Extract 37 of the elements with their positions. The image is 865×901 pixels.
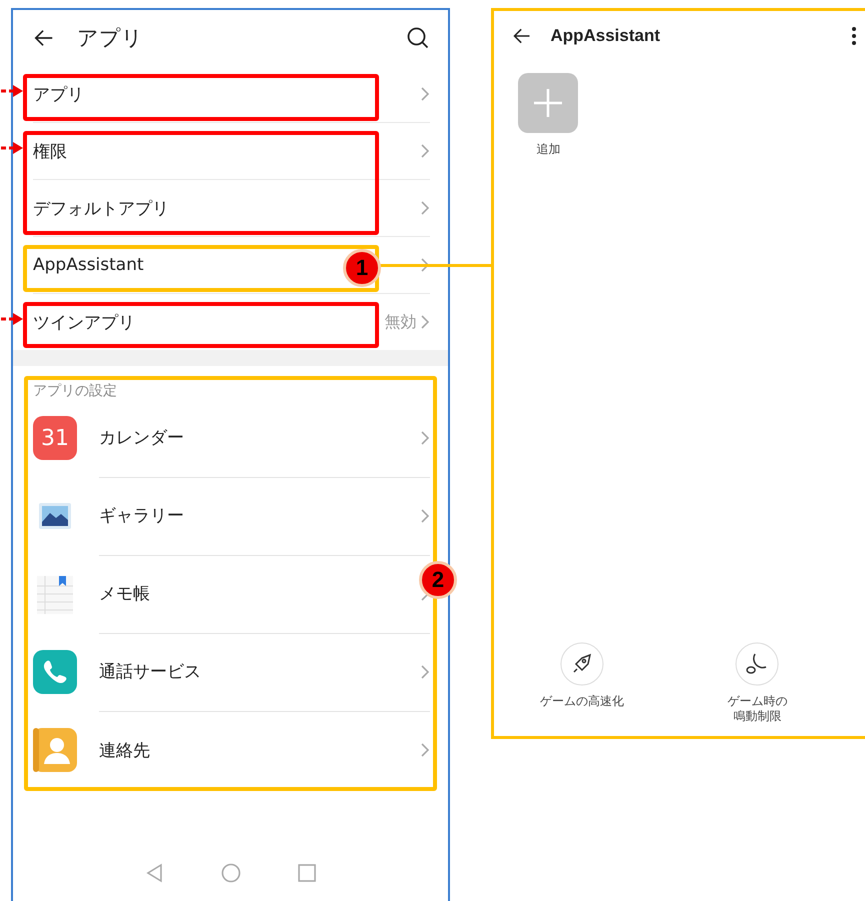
screen-title: アプリ [77, 25, 144, 52]
back-arrow-icon[interactable] [512, 26, 532, 46]
chevron-icon [420, 200, 430, 216]
app-label[interactable]: 連絡先 [99, 738, 150, 762]
menu-item-label[interactable]: アプリ [33, 82, 84, 106]
calendar-icon: 31 [33, 416, 77, 460]
rocket-icon[interactable] [560, 642, 604, 686]
chevron-icon [420, 143, 430, 159]
action-label: ゲームの高速化 [540, 694, 624, 709]
menu-item-label[interactable]: デフォルトアプリ [33, 196, 169, 220]
app-label[interactable]: ギャラリー [99, 504, 184, 527]
contacts-icon [33, 728, 77, 772]
action-label: ゲーム時の [727, 694, 788, 709]
chevron-icon [420, 508, 430, 524]
more-options-icon[interactable] [851, 26, 857, 46]
chevron-icon [420, 257, 430, 273]
menu-item-label[interactable]: ツインアプリ [33, 310, 135, 334]
menu-item-value: 無効 [384, 312, 416, 332]
chevron-icon [420, 664, 430, 680]
step-badge: 2 [419, 561, 457, 599]
chevron-icon [420, 86, 430, 102]
app-label[interactable]: カレンダー [99, 426, 184, 449]
screen-title: AppAssistant [550, 26, 662, 46]
menu-item-label[interactable]: 権限 [33, 140, 67, 162]
step-badge: 1 [343, 249, 381, 287]
chevron-icon [420, 742, 430, 758]
search-icon[interactable] [406, 26, 430, 50]
menu-item-label[interactable]: AppAssistant [33, 255, 144, 275]
moon-icon[interactable] [735, 642, 780, 686]
chevron-icon [420, 430, 430, 446]
phone-icon [33, 650, 77, 694]
section-title: アプリの設定 [32, 382, 118, 399]
app-label[interactable]: 通話サービス [99, 660, 201, 683]
chevron-icon [420, 314, 430, 330]
action-label: 鳴動制限 [733, 709, 782, 724]
app-label[interactable]: メモ帳 [99, 582, 150, 605]
add-label: 追加 [536, 141, 560, 158]
